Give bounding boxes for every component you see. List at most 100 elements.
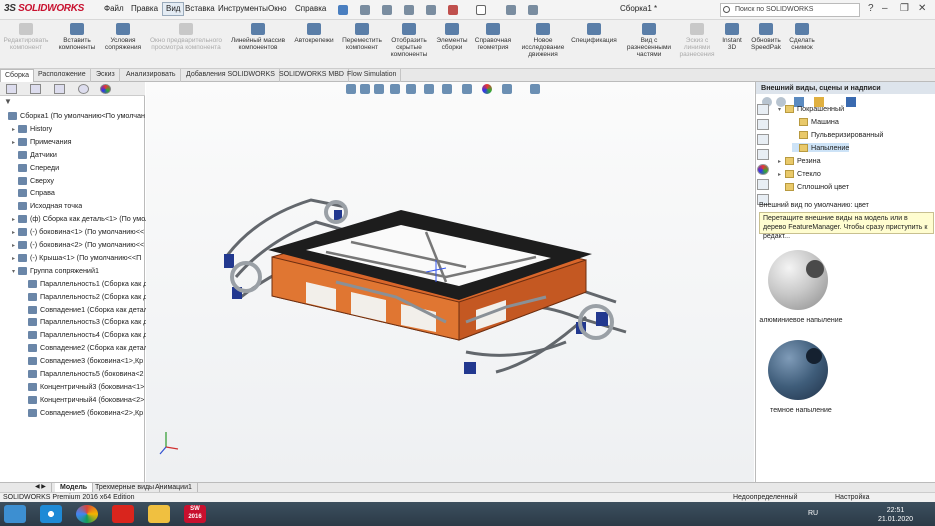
save-icon[interactable] <box>404 5 414 15</box>
yandex-icon[interactable] <box>112 505 134 523</box>
tree-item[interactable]: Совпадение3 (боковина<1>,Кр <box>22 355 143 367</box>
linear-pattern-button[interactable]: Линейный массив компонентов <box>228 23 288 51</box>
select-icon[interactable] <box>476 5 486 15</box>
explorer-icon[interactable] <box>148 505 170 523</box>
show-hidden-button[interactable]: Отобразить скрытые компоненты <box>386 23 432 58</box>
menu-view[interactable]: Вид <box>162 2 185 16</box>
edit-component-button[interactable]: Редактировать компонент <box>2 23 50 51</box>
appearance-folder[interactable]: ▾ Покрашенный <box>778 104 844 114</box>
menu-insert[interactable]: Вставка <box>185 4 215 13</box>
open-icon[interactable] <box>382 5 392 15</box>
start-icon[interactable] <box>4 505 26 523</box>
motion-study-button[interactable]: Новое исследование движения <box>519 23 567 58</box>
tree-item[interactable]: ▸ (-) боковина<1> (По умолчанию<< <box>12 226 144 238</box>
explode-line-sketch-button[interactable]: Эскиз с линиями разнесения <box>676 23 718 58</box>
tab-solidworks-addins[interactable]: Добавления SOLIDWORKS <box>182 69 280 82</box>
tree-item[interactable]: Параллельность3 (Сборка как д <box>22 316 147 328</box>
bom-button[interactable]: Спецификация <box>568 23 620 44</box>
tree-item[interactable]: Совпадение2 (Сборка как детал <box>22 342 148 354</box>
tree-item[interactable]: Концентричный3 (боковина<1> <box>22 381 144 393</box>
aluminum-spray-swatch[interactable] <box>768 250 828 310</box>
tab-layout[interactable]: Расположение <box>34 69 91 82</box>
move-component-button[interactable]: Переместить компонент <box>339 23 385 51</box>
appearance-folder[interactable]: Пульверизированный <box>792 130 883 140</box>
tab-assembly[interactable]: Сборка <box>0 69 34 82</box>
clock[interactable]: 22:51 21.01.2020 <box>878 506 913 524</box>
tab-sketch[interactable]: Эскиз <box>92 69 120 82</box>
graphics-area[interactable] <box>146 82 754 482</box>
tree-root[interactable]: Сборка1 (По умолчанию<По умолчан <box>2 110 145 122</box>
tree-item[interactable]: Совпадение1 (Сборка как детал <box>22 304 148 316</box>
menu-window[interactable]: Окно <box>268 4 287 13</box>
property-manager-tab-icon[interactable] <box>30 84 41 94</box>
chrome-icon[interactable] <box>76 505 98 523</box>
menu-tools[interactable]: Инструменты <box>218 4 268 13</box>
tree-item[interactable]: ▸ (ф) Сборка как деталь<1> (По умол <box>12 213 149 225</box>
appearance-folder[interactable]: Машина <box>792 117 839 127</box>
menu-file[interactable]: Файл <box>104 4 124 13</box>
tab-solidworks-mbd[interactable]: SOLIDWORKS MBD <box>275 69 349 82</box>
expander-icon[interactable]: ▸ <box>778 158 785 165</box>
filter-icon[interactable]: ▼ <box>4 97 12 106</box>
tree-item[interactable]: Параллельность4 (Сборка как д <box>22 329 147 341</box>
exploded-view-button[interactable]: Вид с разнесенными частями <box>624 23 674 58</box>
tree-item[interactable]: Справа <box>12 187 55 199</box>
take-snapshot-button[interactable]: Сделать снимок <box>786 23 818 51</box>
tree-item[interactable]: Датчики <box>12 149 57 161</box>
menu-edit[interactable]: Правка <box>131 4 158 13</box>
expander-icon[interactable]: ▾ <box>778 106 785 113</box>
units-setting[interactable]: Настройка <box>835 493 869 502</box>
component-preview-button[interactable]: Окно предварительного просмотра компонен… <box>145 23 227 51</box>
appearance-folder[interactable]: Сплошной цвет <box>778 182 849 192</box>
ie-icon[interactable] <box>40 505 62 523</box>
design-library-tab-icon[interactable] <box>757 119 769 130</box>
smart-fasteners-button[interactable]: Автокрепежи <box>290 23 338 44</box>
tree-item[interactable]: ▸ (-) боковина<2> (По умолчанию<< <box>12 239 144 251</box>
print-icon[interactable] <box>426 5 436 15</box>
appearance-folder[interactable]: ▸ Стекло <box>778 169 821 179</box>
tab-flow-simulation[interactable]: Flow Simulation <box>343 69 402 82</box>
close-button[interactable]: ✕ <box>918 3 926 14</box>
assembly-features-button[interactable]: Элементы сборки <box>433 23 471 51</box>
appearances-tab-icon[interactable] <box>757 164 769 175</box>
tree-item[interactable]: ▸ History <box>12 123 52 135</box>
instant3d-button[interactable]: Instant 3D <box>720 23 744 51</box>
tree-item[interactable]: Сверху <box>12 175 54 187</box>
custom-properties-tab-icon[interactable] <box>757 179 769 190</box>
rebuild-icon[interactable] <box>506 5 516 15</box>
undo-icon[interactable] <box>448 5 458 15</box>
tree-item[interactable]: Параллельность1 (Сборка как д <box>22 278 147 290</box>
file-explorer-tab-icon[interactable] <box>757 134 769 145</box>
feature-tree-tab-icon[interactable] <box>6 84 17 94</box>
insert-components-button[interactable]: Вставить компоненты <box>53 23 101 51</box>
minimize-button[interactable]: – <box>882 3 888 14</box>
expander-icon[interactable]: ▸ <box>778 171 785 178</box>
pin-icon[interactable] <box>338 5 348 15</box>
tree-item[interactable]: ▾ Группа сопряжений1 <box>12 265 99 277</box>
tab-evaluate[interactable]: Анализировать <box>122 69 181 82</box>
tree-item[interactable]: Спереди <box>12 162 59 174</box>
new-icon[interactable] <box>360 5 370 15</box>
tree-item[interactable]: Совпадение5 (боковина<2>,Кр <box>22 407 143 419</box>
solidworks-task-icon[interactable]: SW 2016 <box>184 505 206 523</box>
tree-item[interactable]: Концентричный4 (боковина<2> <box>22 394 144 406</box>
menu-help[interactable]: Справка <box>295 4 326 13</box>
solidworks-resources-tab-icon[interactable] <box>757 104 769 115</box>
view-palette-tab-icon[interactable] <box>757 149 769 160</box>
maximize-button[interactable]: ❐ <box>900 3 909 14</box>
update-speedpak-button[interactable]: Обновить SpeedPak <box>747 23 785 51</box>
help-icon[interactable]: ? <box>868 3 874 14</box>
tree-item[interactable]: ▸ Примечания <box>12 136 72 148</box>
appearance-folder[interactable]: ▸ Резина <box>778 156 821 166</box>
display-manager-tab-icon[interactable] <box>100 84 111 94</box>
search-input[interactable]: Поиск по SOLIDWORKS <box>720 3 860 17</box>
tree-item[interactable]: ▸ (-) Крыша<1> (По умолчанию<<П <box>12 252 141 264</box>
language-indicator[interactable]: RU <box>808 510 818 517</box>
tree-item[interactable]: Исходная точка <box>12 200 82 212</box>
appearance-folder[interactable]: Напыление <box>792 143 850 153</box>
tree-item[interactable]: Параллельность5 (боковина<2 <box>22 368 144 380</box>
mate-button[interactable]: Условия сопряжения <box>102 23 144 51</box>
configuration-tab-icon[interactable] <box>54 84 65 94</box>
tree-item[interactable]: Параллельность2 (Сборка как д <box>22 291 147 303</box>
reference-geometry-button[interactable]: Справочная геометрия <box>472 23 514 51</box>
